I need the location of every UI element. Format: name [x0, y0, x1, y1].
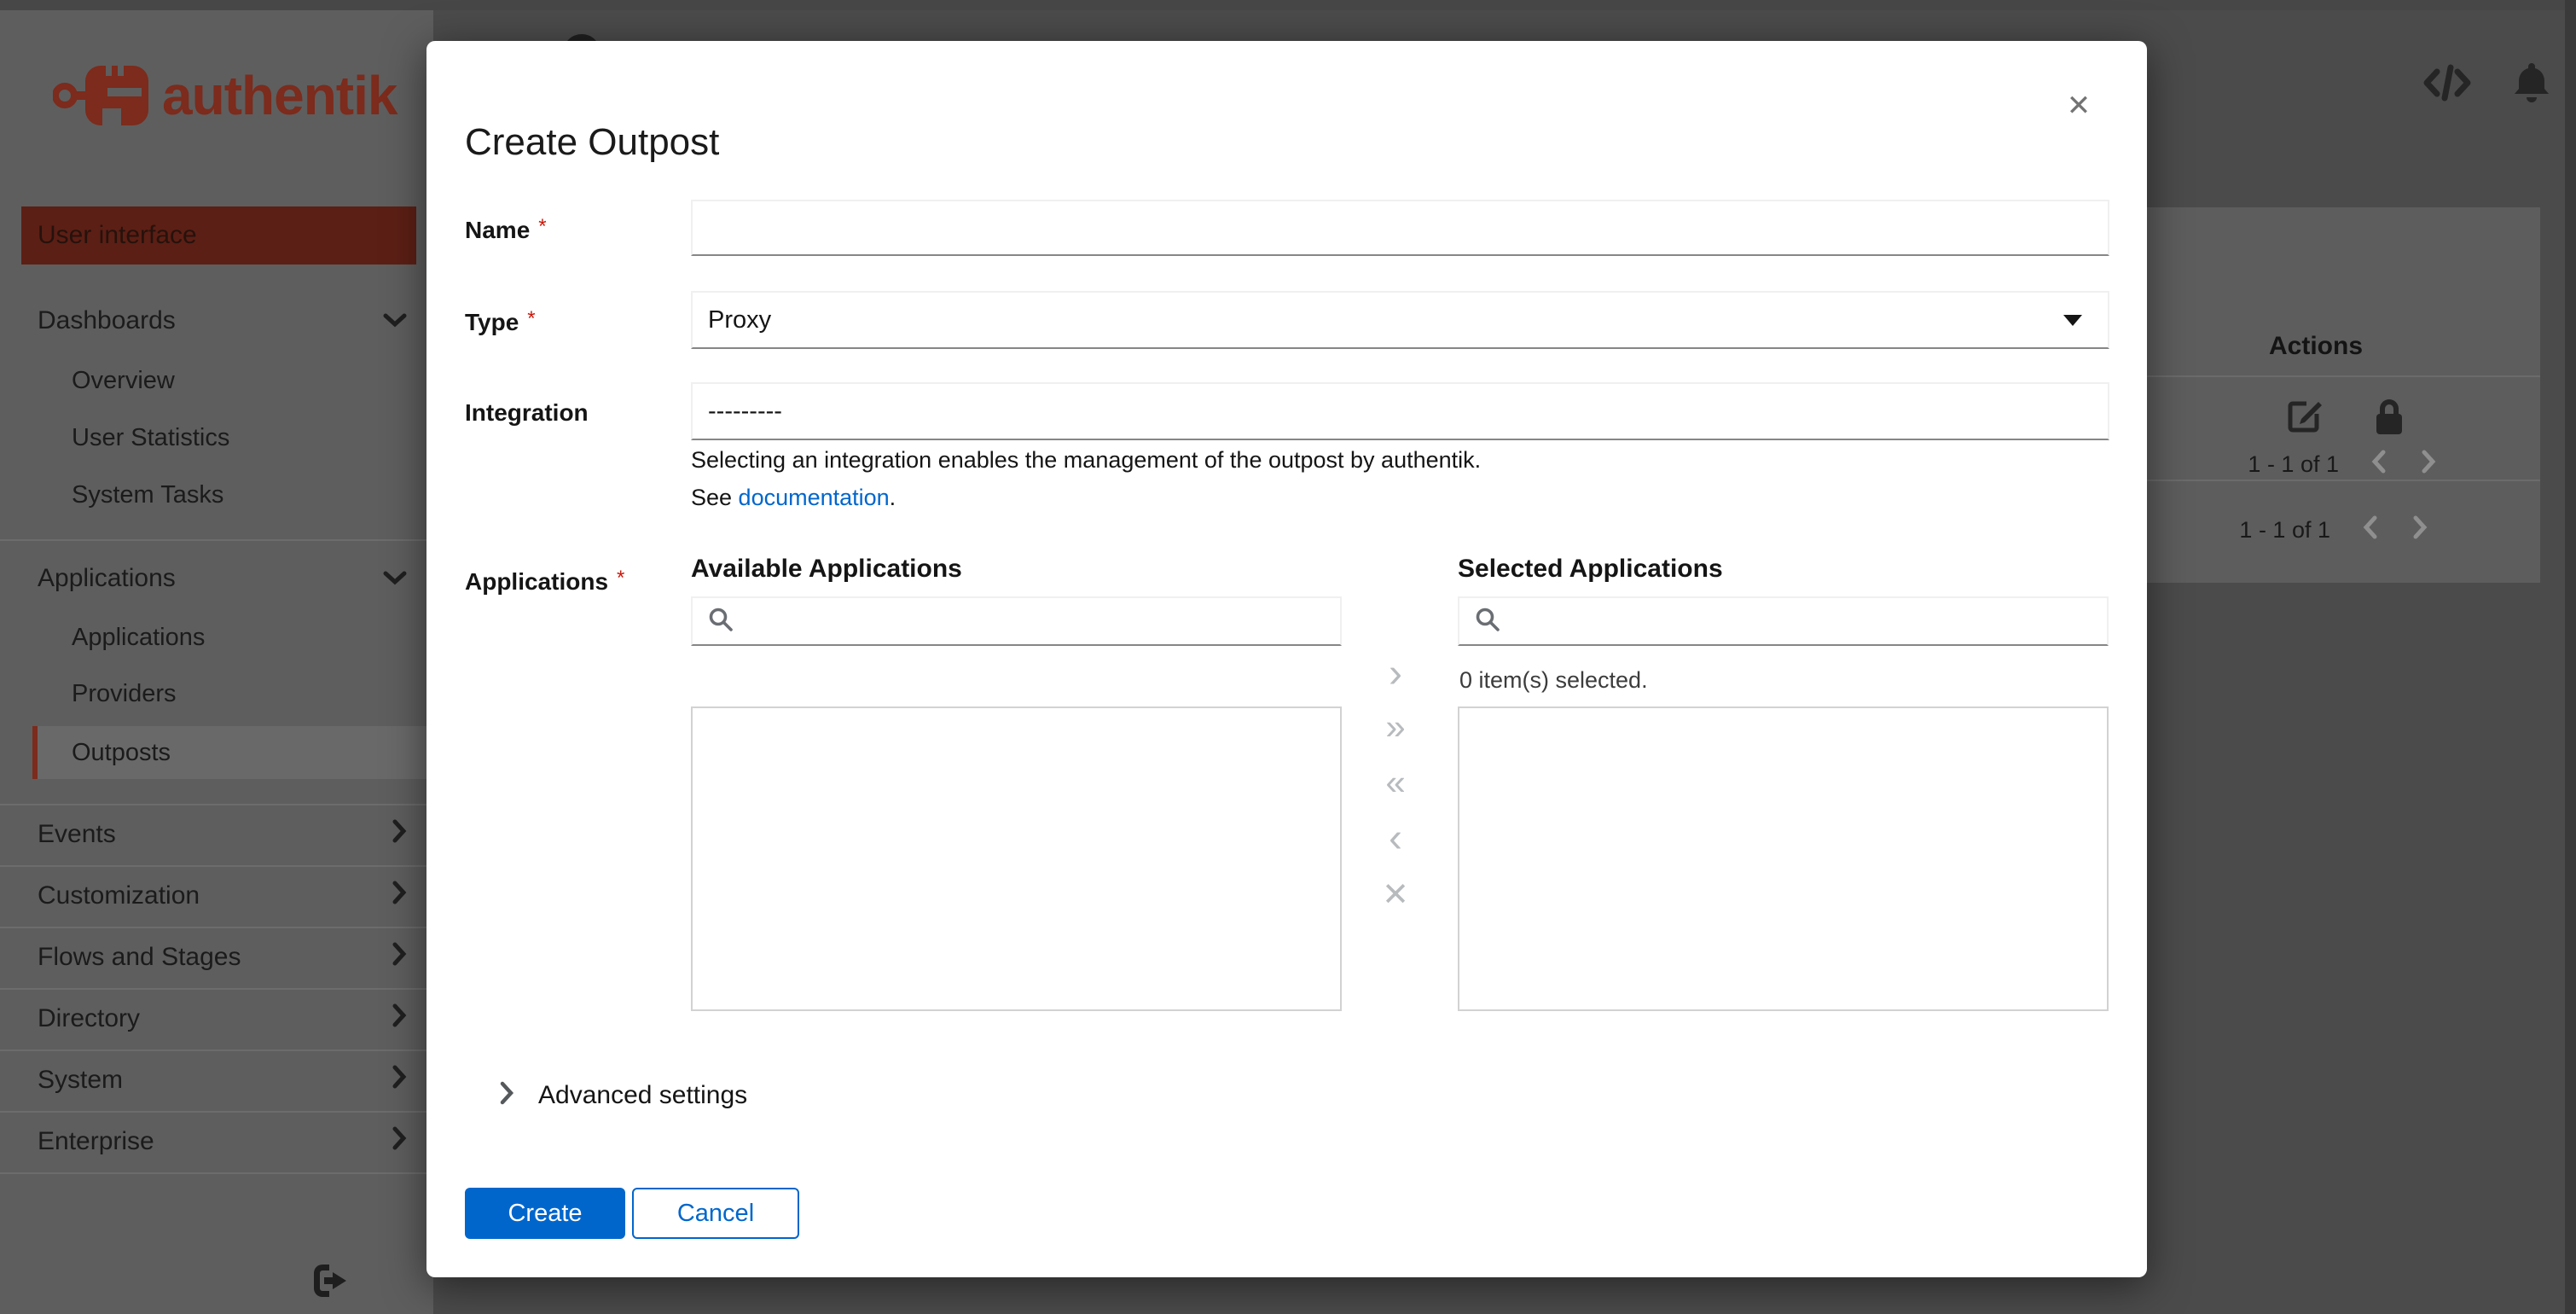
sidebar-group-enterprise[interactable]: Enterprise	[0, 1117, 433, 1166]
add-all-icon[interactable]: »	[1365, 709, 1426, 745]
selected-search[interactable]	[1458, 596, 2109, 646]
sidebar-group-customization[interactable]: Customization	[0, 871, 433, 921]
caret-down-icon	[2063, 315, 2082, 326]
sidebar-item-overview[interactable]: Overview	[0, 357, 433, 404]
authentik-logo: authentik	[53, 60, 397, 131]
create-button[interactable]: Create	[465, 1188, 625, 1239]
scrollbar-strip	[2565, 0, 2576, 1314]
chevron-right-icon	[391, 941, 408, 974]
authentik-logo-mark	[53, 62, 154, 129]
modal-title: Create Outpost	[465, 121, 719, 164]
sidebar-item-applications[interactable]: Applications	[0, 613, 433, 661]
chevron-down-icon	[382, 564, 408, 593]
lock-icon[interactable]	[2373, 397, 2405, 440]
available-applications-title: Available Applications	[691, 555, 962, 584]
integration-help-line2: See documentation.	[691, 485, 896, 511]
sidebar-divider	[0, 1111, 433, 1113]
table-row	[2286, 397, 2405, 440]
sidebar: authentik User interface Dashboards Over…	[0, 10, 433, 1314]
available-search[interactable]	[691, 596, 1342, 646]
close-icon[interactable]: ✕	[2058, 85, 2099, 126]
chevron-right-icon	[391, 1125, 408, 1158]
sidebar-section-user-interface[interactable]: User interface	[21, 206, 416, 265]
remove-selected-icon[interactable]: ‹	[1365, 818, 1426, 859]
integration-select-value: ---------	[708, 398, 782, 426]
integration-label: Integration	[465, 399, 589, 427]
code-icon[interactable]	[2422, 63, 2472, 107]
add-selected-icon[interactable]: ›	[1365, 654, 1426, 695]
integration-help-text: Selecting an integration enables the man…	[691, 447, 1481, 474]
selected-applications-listbox[interactable]	[1458, 706, 2109, 1011]
actions-column-header: Actions	[2269, 332, 2363, 361]
sidebar-divider	[0, 1049, 433, 1051]
pagination-next-icon[interactable]	[2419, 449, 2438, 480]
sidebar-divider	[0, 804, 433, 805]
pagination-prev-icon[interactable]	[2361, 515, 2380, 546]
window-top-strip	[0, 0, 2576, 10]
search-icon	[708, 607, 734, 637]
selected-search-input[interactable]	[1512, 598, 2107, 644]
selected-applications-title: Selected Applications	[1458, 555, 1723, 584]
sidebar-group-system[interactable]: System	[0, 1055, 433, 1105]
name-field[interactable]	[691, 200, 2109, 256]
available-applications-listbox[interactable]	[691, 706, 1342, 1011]
name-label: Name*	[465, 215, 547, 244]
pagination-bottom: 1 - 1 of 1	[2239, 515, 2429, 546]
sidebar-item-system-tasks[interactable]: System Tasks	[0, 471, 433, 519]
search-icon	[1475, 607, 1500, 637]
chevron-right-icon	[391, 880, 408, 912]
sidebar-divider	[0, 865, 433, 867]
documentation-link[interactable]: documentation	[739, 485, 890, 510]
pagination-bottom-text: 1 - 1 of 1	[2239, 517, 2330, 544]
authentik-logo-text: authentik	[162, 64, 397, 127]
sidebar-divider	[0, 1172, 433, 1174]
sidebar-group-flows-and-stages[interactable]: Flows and Stages	[0, 933, 433, 982]
cancel-button[interactable]: Cancel	[632, 1188, 799, 1239]
applications-label: Applications*	[465, 567, 624, 596]
bell-icon[interactable]	[2513, 61, 2550, 107]
chevron-right-icon	[391, 1064, 408, 1096]
sidebar-divider	[0, 988, 433, 990]
type-label: Type*	[465, 307, 536, 336]
required-asterisk: *	[617, 567, 624, 590]
sidebar-group-events[interactable]: Events	[0, 810, 433, 859]
sidebar-divider	[0, 539, 433, 541]
available-search-input[interactable]	[746, 598, 1340, 644]
required-asterisk: *	[538, 215, 546, 238]
type-select[interactable]: Proxy	[691, 291, 2109, 349]
chevron-right-icon	[391, 818, 408, 851]
remove-all-icon[interactable]: «	[1365, 765, 1426, 800]
pagination-top: 1 - 1 of 1	[2248, 449, 2438, 480]
sign-out-icon[interactable]	[310, 1265, 350, 1301]
selected-count-text: 0 item(s) selected.	[1459, 667, 1648, 694]
create-outpost-modal: Create Outpost ✕ Name* Type* Proxy Integ…	[426, 41, 2147, 1277]
sidebar-item-user-statistics[interactable]: User Statistics	[0, 414, 433, 462]
chevron-right-icon	[499, 1080, 514, 1110]
advanced-settings-toggle[interactable]: Advanced settings	[499, 1080, 747, 1110]
sidebar-item-providers[interactable]: Providers	[0, 670, 433, 718]
integration-select[interactable]: ---------	[691, 382, 2109, 440]
chevron-down-icon	[382, 306, 408, 335]
sidebar-divider	[0, 927, 433, 928]
sidebar-group-dashboards[interactable]: Dashboards	[0, 296, 433, 346]
pagination-top-text: 1 - 1 of 1	[2248, 451, 2339, 478]
edit-icon[interactable]	[2286, 397, 2324, 440]
required-asterisk: *	[527, 307, 535, 330]
pagination-next-icon[interactable]	[2411, 515, 2429, 546]
sidebar-group-applications[interactable]: Applications	[0, 554, 433, 603]
clear-selection-icon[interactable]: ✕	[1365, 879, 1426, 911]
chevron-right-icon	[391, 1003, 408, 1035]
sidebar-item-outposts[interactable]: Outposts	[32, 726, 433, 779]
pagination-prev-icon[interactable]	[2370, 449, 2388, 480]
type-select-value: Proxy	[708, 306, 771, 334]
sidebar-group-directory[interactable]: Directory	[0, 994, 433, 1044]
